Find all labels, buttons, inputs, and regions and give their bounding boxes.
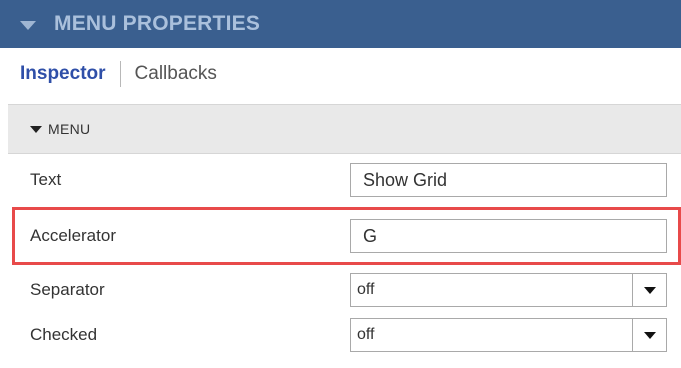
section-label: MENU: [48, 121, 91, 137]
section-header-menu[interactable]: MENU: [8, 104, 681, 154]
property-row-text: Text Show Grid: [8, 160, 681, 200]
property-label-checked: Checked: [30, 325, 98, 344]
property-row-separator: Separator off: [8, 270, 681, 310]
checked-select[interactable]: off: [350, 318, 667, 352]
tab-inspector[interactable]: Inspector: [20, 63, 106, 85]
property-label-separator: Separator: [30, 280, 105, 299]
tab-divider: [119, 61, 121, 87]
property-row-checked: Checked off: [8, 315, 681, 355]
panel-header[interactable]: MENU PROPERTIES: [0, 0, 681, 48]
checked-dropdown-button[interactable]: [632, 319, 666, 351]
caret-down-icon: [643, 331, 656, 339]
tab-bar: Inspector Callbacks: [0, 48, 681, 100]
property-label-accelerator: Accelerator: [30, 226, 116, 245]
caret-down-icon[interactable]: [20, 20, 36, 30]
accelerator-field[interactable]: G: [350, 219, 667, 253]
checked-value: off: [357, 326, 375, 343]
property-label-text: Text: [30, 170, 62, 189]
tab-callbacks[interactable]: Callbacks: [135, 63, 217, 85]
property-row-accelerator: Accelerator G: [8, 216, 681, 256]
text-field[interactable]: Show Grid: [350, 163, 667, 197]
caret-down-icon[interactable]: [30, 125, 42, 133]
separator-value: off: [357, 281, 375, 298]
separator-dropdown-button[interactable]: [632, 274, 666, 306]
menu-properties-panel: MENU PROPERTIES Inspector Callbacks MENU…: [0, 0, 681, 368]
caret-down-icon: [643, 286, 656, 294]
panel-title: MENU PROPERTIES: [54, 12, 261, 35]
separator-select[interactable]: off: [350, 273, 667, 307]
